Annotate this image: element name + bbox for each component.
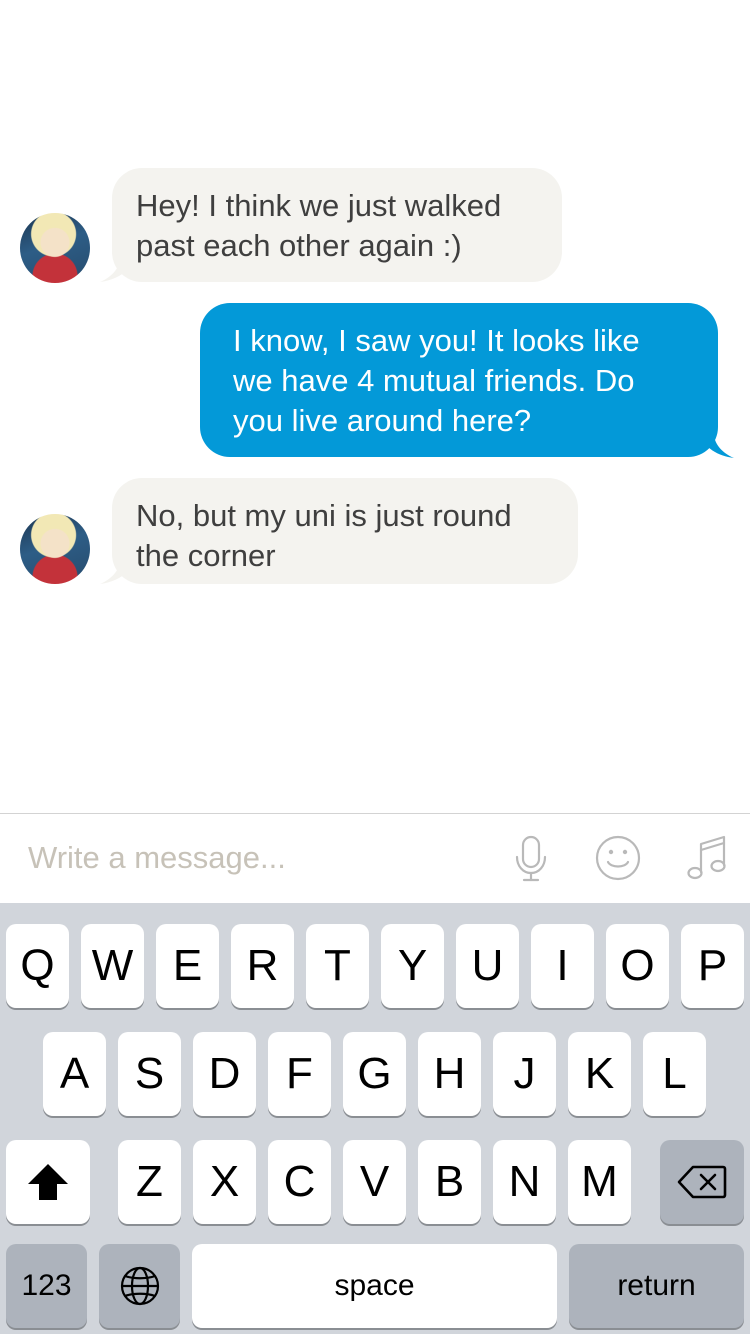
message-line: I know, I saw you! It looks like [233,323,640,358]
globe-icon [120,1266,159,1306]
shift-key[interactable] [6,1140,90,1224]
key-f[interactable]: F [268,1032,331,1116]
key-v[interactable]: V [343,1140,406,1224]
shift-icon [28,1164,68,1200]
message-composer: Write a message... [0,813,750,903]
key-n[interactable]: N [493,1140,556,1224]
key-r[interactable]: R [231,924,294,1008]
key-u[interactable]: U [456,924,519,1008]
key-t[interactable]: T [306,924,369,1008]
music-icon[interactable] [684,834,734,884]
key-z[interactable]: Z [118,1140,181,1224]
message-line: No, but my uni is just round [136,498,512,533]
delete-key[interactable] [660,1140,744,1224]
contact-avatar[interactable] [20,514,90,584]
incoming-message[interactable]: Hey! I think we just walked past each ot… [112,168,562,282]
key-b[interactable]: B [418,1140,481,1224]
key-p[interactable]: P [681,924,744,1008]
key-c[interactable]: C [268,1140,331,1224]
key-i[interactable]: I [531,924,594,1008]
key-k[interactable]: K [568,1032,631,1116]
key-o[interactable]: O [606,924,669,1008]
key-w[interactable]: W [81,924,144,1008]
message-line: we have 4 mutual friends. Do [233,363,635,398]
key-a[interactable]: A [43,1032,106,1116]
emoji-icon[interactable] [594,834,644,884]
contact-avatar[interactable] [20,213,90,283]
space-key[interactable]: space [192,1244,557,1328]
outgoing-message[interactable]: I know, I saw you! It looks like we have… [200,303,718,457]
message-line: Hey! I think we just walked [136,188,502,223]
return-key[interactable]: return [569,1244,744,1328]
key-s[interactable]: S [118,1032,181,1116]
message-input[interactable]: Write a message... [28,840,286,876]
key-x[interactable]: X [193,1140,256,1224]
message-line: past each other again :) [136,228,462,263]
key-h[interactable]: H [418,1032,481,1116]
key-j[interactable]: J [493,1032,556,1116]
globe-key[interactable] [99,1244,180,1328]
key-e[interactable]: E [156,924,219,1008]
key-d[interactable]: D [193,1032,256,1116]
key-q[interactable]: Q [6,924,69,1008]
message-line: the corner [136,538,276,573]
backspace-icon [677,1165,727,1199]
key-m[interactable]: M [568,1140,631,1224]
message-line: you live around here? [233,403,532,438]
chat-thread: Hey! I think we just walked past each ot… [0,0,750,813]
key-y[interactable]: Y [381,924,444,1008]
incoming-message[interactable]: No, but my uni is just round the corner [112,478,578,584]
numbers-key[interactable]: 123 [6,1244,87,1328]
keyboard: Q W E R T Y U I O P A S D F G H J K L Z … [0,903,750,1334]
microphone-icon[interactable] [506,834,556,884]
key-l[interactable]: L [643,1032,706,1116]
key-g[interactable]: G [343,1032,406,1116]
